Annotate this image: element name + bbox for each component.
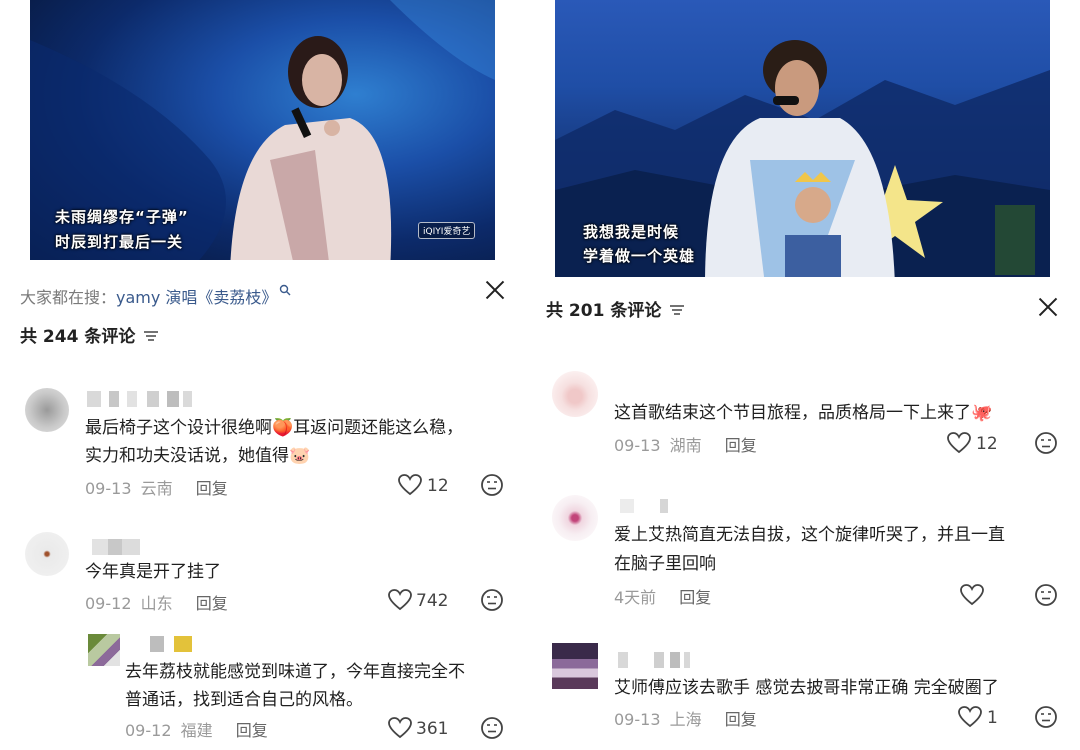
subtitle-line-1: 我想我是时候	[583, 223, 680, 241]
avatar[interactable]	[25, 388, 69, 432]
comment-meta: 09-12 福建 回复	[125, 717, 268, 741]
heart-icon[interactable]	[947, 432, 971, 454]
username[interactable]	[92, 539, 140, 555]
comment-location: 云南	[140, 479, 173, 498]
reply-button[interactable]: 回复	[679, 588, 711, 607]
trending-prefix: 大家都在搜：	[20, 288, 117, 307]
comment-date: 09-12	[125, 721, 172, 740]
video-player[interactable]: 我想我是时候 学着做一个英雄	[555, 0, 1050, 285]
trending-query: yamy 演唱《卖荔枝》	[116, 288, 278, 307]
heart-icon[interactable]	[398, 474, 422, 496]
comment-meta: 09-13 上海 回复	[614, 706, 757, 730]
comment-count: 共 201 条评论	[546, 296, 685, 321]
comment-text-cont: 实力和功夫没话说，她值得🐷	[85, 446, 311, 466]
video-player[interactable]: 未雨绸缪存“子弹” 时辰到打最后一关 iQIYI爱奇艺	[30, 0, 495, 270]
comment-sheet: 共 201 条评论 这首歌结束这个节目旅程，品质格局一下上来了🐙 09-13 湖…	[525, 277, 1080, 750]
comment-sheet: 大家都在搜：yamy 演唱《卖荔枝》 共 244 条评论 最后椅子这个设计很绝啊…	[0, 260, 525, 750]
reply-button[interactable]: 回复	[196, 594, 228, 613]
comment-text: 这首歌结束这个节目旅程，品质格局一下上来了🐙	[614, 403, 993, 423]
comment-meta: 4天前 回复	[614, 584, 711, 608]
avatar[interactable]	[552, 495, 598, 541]
subtitle-line-2: 学着做一个英雄	[583, 247, 696, 265]
comment-text-cont: 在脑子里回响	[614, 554, 716, 574]
username[interactable]	[87, 391, 192, 407]
singer-figure	[555, 40, 1050, 285]
comment-date: 09-13	[614, 710, 661, 729]
close-icon[interactable]	[484, 279, 506, 301]
heart-icon[interactable]	[958, 706, 982, 728]
trending-search[interactable]: 大家都在搜：yamy 演唱《卖荔枝》	[20, 284, 291, 308]
reply-button[interactable]: 回复	[196, 479, 228, 498]
left-panel: 未雨绸缪存“子弹” 时辰到打最后一关 iQIYI爱奇艺 大家都在搜：yamy 演…	[0, 0, 525, 750]
dislike-emoji-icon[interactable]	[1034, 705, 1058, 729]
comment-location: 湖南	[669, 436, 702, 455]
comment-location: 上海	[669, 710, 702, 729]
subtitle-line-1: 未雨绸缪存“子弹”	[55, 208, 189, 226]
heart-icon[interactable]	[960, 584, 984, 606]
like-count: 361	[416, 719, 449, 739]
comment-count-label: 共 201 条评论	[546, 301, 662, 321]
comment-date: 09-13	[614, 436, 661, 455]
dislike-emoji-icon[interactable]	[1034, 583, 1058, 607]
like-count: 12	[976, 434, 998, 454]
subtitle-line-2: 时辰到打最后一关	[55, 233, 184, 251]
heart-icon[interactable]	[388, 717, 412, 739]
right-panel: 我想我是时候 学着做一个英雄 共 201 条评论 这首歌结束这个节目旅程，品质格…	[525, 0, 1080, 750]
comment-meta: 09-13 湖南 回复	[614, 432, 757, 456]
like-count: 742	[416, 591, 449, 611]
comment-text: 艾师傅应该去歌手 感觉去披哥非常正确 完全破圈了	[614, 678, 999, 698]
username[interactable]	[620, 499, 676, 513]
reply-button[interactable]: 回复	[725, 436, 757, 455]
reply-button[interactable]: 回复	[236, 721, 268, 740]
sort-icon[interactable]	[144, 330, 159, 342]
comment-date: 09-12	[85, 594, 132, 613]
avatar[interactable]	[552, 371, 598, 417]
comment-date: 4天前	[614, 588, 657, 607]
avatar[interactable]	[552, 643, 598, 689]
comment-text: 爱上艾热简直无法自拔，这个旋律听哭了，并且一直	[614, 525, 1005, 545]
comment-meta: 09-12 山东 回复	[85, 590, 228, 614]
comment-count-label: 共 244 条评论	[20, 327, 136, 347]
watermark-logo: iQIYI爱奇艺	[418, 222, 476, 239]
dislike-emoji-icon[interactable]	[480, 588, 504, 612]
comment-text-cont: 普通话，找到适合自己的风格。	[125, 690, 363, 710]
sort-icon[interactable]	[670, 304, 685, 316]
like-count: 12	[427, 476, 449, 496]
comment-count: 共 244 条评论	[20, 322, 159, 347]
like-count: 1	[987, 708, 998, 728]
username[interactable]	[618, 652, 690, 668]
comment-meta: 09-13 云南 回复	[85, 475, 228, 499]
comment-location: 山东	[140, 594, 173, 613]
comment-text: 今年真是开了挂了	[85, 562, 221, 582]
close-icon[interactable]	[1037, 296, 1059, 318]
comment-date: 09-13	[85, 479, 132, 498]
dislike-emoji-icon[interactable]	[480, 473, 504, 497]
comment-text: 去年荔枝就能感觉到味道了，今年直接完全不	[125, 662, 465, 682]
dislike-emoji-icon[interactable]	[1034, 431, 1058, 455]
dislike-emoji-icon[interactable]	[480, 716, 504, 740]
search-icon	[280, 284, 291, 296]
avatar[interactable]	[25, 532, 69, 576]
avatar[interactable]	[88, 634, 120, 666]
comment-text: 最后椅子这个设计很绝啊🍑耳返问题还能这么稳，	[85, 418, 464, 438]
heart-icon[interactable]	[388, 589, 412, 611]
reply-button[interactable]: 回复	[725, 710, 757, 729]
comment-location: 福建	[180, 721, 213, 740]
username[interactable]	[146, 636, 192, 652]
